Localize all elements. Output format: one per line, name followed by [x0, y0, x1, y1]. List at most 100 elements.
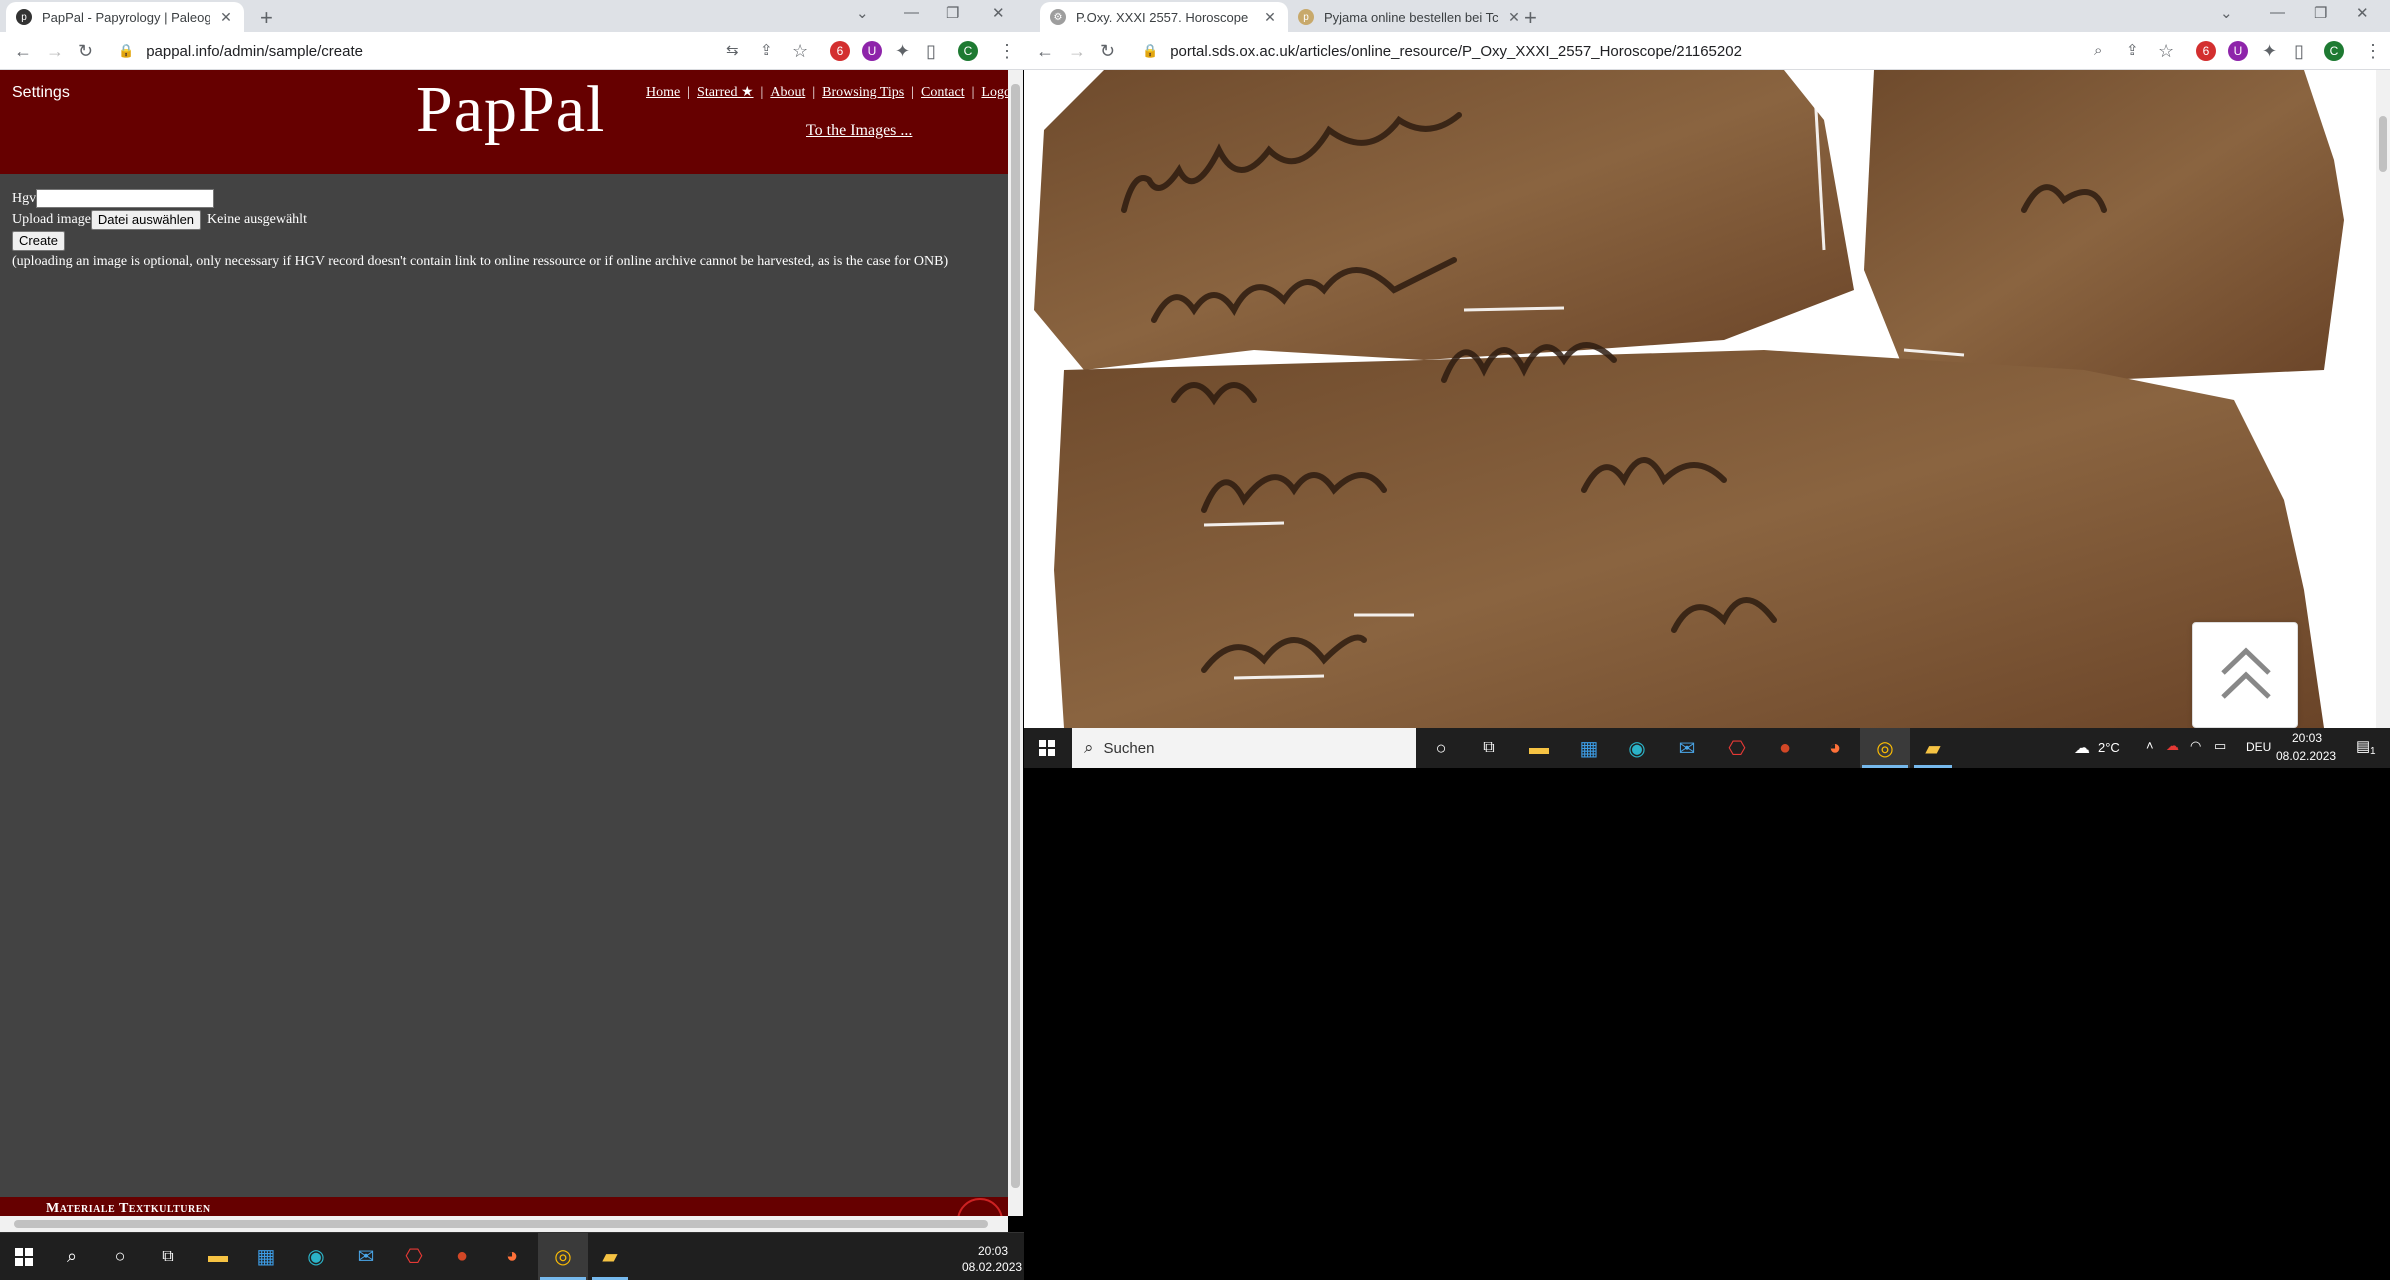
- menu-dots-icon[interactable]: ⋮: [998, 41, 1016, 61]
- nav-about[interactable]: About: [770, 85, 805, 100]
- store-icon[interactable]: ▦: [244, 1233, 288, 1280]
- right-vertical-scrollbar[interactable]: [2376, 70, 2390, 728]
- restore-button[interactable]: ❐: [2314, 4, 2327, 22]
- sync-alert-icon[interactable]: ☁: [2166, 738, 2179, 754]
- new-tab-button[interactable]: +: [260, 5, 273, 31]
- extension-red-icon[interactable]: 6: [2196, 41, 2216, 61]
- tab-search-chevron-icon[interactable]: ⌄: [2220, 4, 2233, 22]
- nav-starred[interactable]: Starred ★: [697, 85, 753, 100]
- back-arrow-icon[interactable]: ←: [1036, 41, 1054, 61]
- close-tab-icon[interactable]: ✕: [1506, 9, 1522, 26]
- tab-pappal[interactable]: p PapPal - Papyrology | Paleograph ✕: [6, 2, 244, 32]
- edge-icon[interactable]: ◉: [1614, 728, 1660, 768]
- cortana-icon[interactable]: ○: [1418, 728, 1464, 768]
- minimize-button[interactable]: —: [904, 4, 919, 21]
- file-explorer-icon[interactable]: ▬: [1516, 728, 1562, 768]
- right-clock-date[interactable]: 08.02.2023: [2276, 749, 2336, 763]
- bookmark-star-icon[interactable]: ☆: [792, 41, 808, 61]
- to-images-link[interactable]: To the Images ...: [806, 122, 912, 140]
- file-explorer-icon[interactable]: ▬: [196, 1233, 240, 1280]
- weather-icon[interactable]: ☁: [2074, 738, 2090, 758]
- cortana-icon[interactable]: ○: [98, 1233, 142, 1280]
- zoom-icon[interactable]: ⌕: [2094, 41, 2102, 61]
- extensions-puzzle-icon[interactable]: ✦: [2262, 41, 2277, 61]
- close-tab-icon[interactable]: ✕: [218, 9, 234, 26]
- windows-start-icon[interactable]: [1024, 728, 1070, 768]
- minimize-button[interactable]: —: [2270, 4, 2285, 21]
- close-tab-icon[interactable]: ✕: [1262, 9, 1278, 26]
- new-tab-button[interactable]: +: [1524, 5, 1537, 31]
- pappal-logo[interactable]: PapPal: [416, 72, 605, 148]
- hgv-input[interactable]: [36, 189, 215, 208]
- task-view-icon[interactable]: ⧉: [146, 1233, 190, 1280]
- left-vertical-scrollbar[interactable]: [1008, 70, 1023, 1216]
- left-clock-date[interactable]: 08.02.2023: [962, 1260, 1022, 1274]
- search-icon[interactable]: ⌕: [50, 1233, 94, 1280]
- reload-icon[interactable]: ↻: [78, 41, 93, 61]
- pappal-footer: Materiale Textkulturen: [0, 1197, 1008, 1216]
- address-bar[interactable]: 🔒 pappal.info/admin/sample/create: [104, 35, 784, 67]
- battery-icon[interactable]: ▭: [2214, 738, 2226, 754]
- scroll-to-top-button[interactable]: [2192, 622, 2298, 728]
- language-indicator[interactable]: DEU: [2246, 740, 2271, 754]
- store-icon[interactable]: ▦: [1566, 728, 1612, 768]
- choose-file-button[interactable]: Datei auswählen: [90, 209, 202, 230]
- chrome-icon[interactable]: ◎: [538, 1233, 588, 1280]
- address-bar[interactable]: 🔒 portal.sds.ox.ac.uk/articles/online_re…: [1128, 35, 2208, 67]
- nav-home[interactable]: Home: [646, 85, 680, 100]
- firefox-icon[interactable]: ◕: [1812, 728, 1858, 768]
- tab-horoscope[interactable]: ⚙ P.Oxy. XXXI 2557. Horoscope ✕: [1040, 2, 1288, 32]
- notes-app-icon[interactable]: ▰: [1910, 728, 1956, 768]
- mail-icon[interactable]: ✉: [344, 1233, 388, 1280]
- tray-chevron-icon[interactable]: ˄: [2146, 738, 2154, 753]
- right-clock-time[interactable]: 20:03: [2292, 731, 2322, 745]
- back-arrow-icon[interactable]: ←: [14, 41, 32, 61]
- close-window-button[interactable]: ✕: [992, 4, 1005, 22]
- lock-icon: 🔒: [1142, 43, 1159, 58]
- menu-dots-icon[interactable]: ⋮: [2364, 41, 2382, 61]
- forward-arrow-icon[interactable]: →: [1068, 41, 1086, 61]
- forward-arrow-icon[interactable]: →: [46, 41, 64, 61]
- close-window-button[interactable]: ✕: [2356, 4, 2369, 22]
- edge-icon[interactable]: ◉: [294, 1233, 338, 1280]
- create-button[interactable]: Create: [12, 230, 66, 251]
- chrome-icon[interactable]: ◎: [1860, 728, 1910, 768]
- reload-icon[interactable]: ↻: [1100, 41, 1115, 61]
- profile-avatar[interactable]: C: [2324, 41, 2344, 61]
- profile-avatar[interactable]: C: [958, 41, 978, 61]
- extension-purple-icon[interactable]: U: [2228, 41, 2248, 61]
- powerpoint-icon[interactable]: ●: [440, 1233, 484, 1280]
- nav-contact[interactable]: Contact: [921, 85, 965, 100]
- acrobat-icon[interactable]: ⎔: [1714, 728, 1760, 768]
- bookmark-star-icon[interactable]: ☆: [2158, 41, 2174, 61]
- task-view-icon[interactable]: ⧉: [1466, 728, 1512, 768]
- weather-temp[interactable]: 2°C: [2098, 740, 2120, 755]
- nav-logout[interactable]: Logou: [981, 85, 1008, 100]
- powerpoint-icon[interactable]: ●: [1762, 728, 1808, 768]
- extension-purple-icon[interactable]: U: [862, 41, 882, 61]
- restore-button[interactable]: ❐: [946, 4, 959, 22]
- network-icon[interactable]: ◠: [2190, 738, 2201, 754]
- left-horizontal-scrollbar[interactable]: [0, 1216, 1008, 1232]
- translate-icon[interactable]: ⇆: [726, 41, 739, 61]
- sidepanel-icon[interactable]: ▯: [926, 41, 936, 61]
- pappal-header: Settings PapPal Home | Starred ★ | About | Bro…: [0, 70, 1008, 174]
- sidepanel-icon[interactable]: ▯: [2294, 41, 2304, 61]
- extensions-puzzle-icon[interactable]: ✦: [895, 41, 910, 61]
- left-clock-time[interactable]: 20:03: [978, 1244, 1008, 1258]
- share-icon[interactable]: ⇪: [2126, 41, 2139, 61]
- windows-start-icon[interactable]: [2, 1233, 46, 1280]
- share-icon[interactable]: ⇪: [760, 41, 773, 61]
- taskbar-search-box[interactable]: ⌕ Suchen: [1072, 728, 1416, 768]
- nav-browsing-tips[interactable]: Browsing Tips: [822, 85, 904, 100]
- tab-pyjama[interactable]: p Pyjama online bestellen bei Tchib ✕: [1288, 2, 1532, 32]
- acrobat-icon[interactable]: ⎔: [392, 1233, 436, 1280]
- settings-link[interactable]: Settings: [12, 84, 70, 102]
- firefox-icon[interactable]: ◕: [490, 1233, 534, 1280]
- notifications-icon[interactable]: ▤: [2356, 737, 2370, 755]
- extension-red-icon[interactable]: 6: [830, 41, 850, 61]
- mail-icon[interactable]: ✉: [1664, 728, 1710, 768]
- tab-search-chevron-icon[interactable]: ⌄: [856, 4, 869, 22]
- notes-app-icon[interactable]: ▰: [588, 1233, 632, 1280]
- hgv-label: Hgv: [12, 190, 37, 206]
